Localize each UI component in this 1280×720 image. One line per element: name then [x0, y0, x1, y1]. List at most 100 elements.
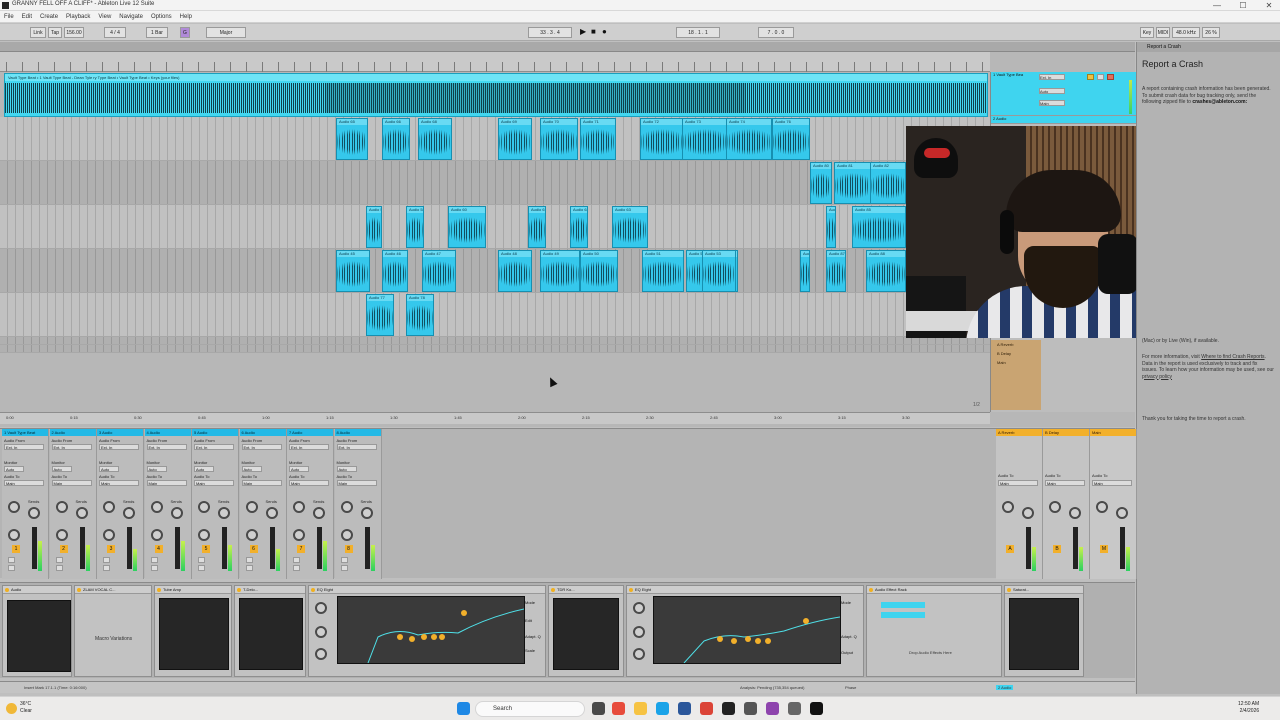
send-b-knob[interactable] [1022, 507, 1034, 519]
arrangement-overview[interactable] [0, 42, 1135, 52]
record-icon[interactable]: ● [602, 27, 607, 37]
arm-button[interactable] [293, 565, 300, 571]
menu-navigate[interactable]: Navigate [115, 11, 147, 23]
audio-clip[interactable]: Audio 53 [702, 250, 736, 292]
arrangement-position[interactable]: 33 . 3 . 4 [528, 27, 572, 38]
ableton-live-icon[interactable] [810, 702, 823, 715]
audio-from-select[interactable]: Ext. In [99, 444, 139, 450]
track-number-badge[interactable]: A [1006, 545, 1014, 553]
return-a-header[interactable]: A Reverb [991, 340, 1041, 349]
pan-knob[interactable] [55, 529, 68, 541]
audio-clip[interactable]: Audio 51 [642, 250, 684, 292]
audio-clip[interactable]: Audio 72 [640, 118, 684, 160]
track-number-badge[interactable]: 4 [154, 545, 163, 553]
send-a-knob[interactable] [293, 501, 305, 513]
monitor-select[interactable]: Auto [1039, 88, 1065, 94]
track-number-badge[interactable]: 2 [59, 545, 68, 553]
audio-from-select[interactable]: Ext. In [241, 444, 282, 450]
device-power-icon[interactable] [311, 588, 315, 592]
audio-clip[interactable]: Audio 86 [800, 250, 810, 292]
rack-chain-2[interactable] [881, 612, 925, 618]
solo-button[interactable] [245, 557, 253, 563]
audio-clip[interactable]: Audio 65 [336, 118, 368, 160]
track-number-badge[interactable]: 6 [249, 545, 258, 553]
audio-to-select[interactable]: Main [289, 480, 329, 486]
solo-button[interactable] [103, 557, 110, 563]
solo-button[interactable] [8, 557, 15, 563]
send-b-knob[interactable] [75, 507, 88, 519]
audio-clip[interactable]: Audio 58 [406, 206, 424, 248]
send-a-knob[interactable] [1002, 501, 1014, 513]
file-explorer-icon[interactable] [634, 702, 647, 715]
input-select[interactable]: Ext. In [1039, 74, 1065, 80]
volume-fader[interactable] [32, 527, 37, 569]
pan-knob[interactable] [293, 529, 305, 541]
track-number-badge[interactable]: B [1053, 545, 1061, 553]
tempo-field[interactable]: 156.00 [64, 27, 84, 38]
audio-from-select[interactable]: Ext. In [51, 444, 92, 450]
audio-clip[interactable]: Audio 71 [580, 118, 616, 160]
audio-clip[interactable]: Audio 63 [612, 206, 648, 248]
monitor-auto-select[interactable]: Auto [336, 466, 357, 472]
mixer-track-name[interactable]: 5 Audio [192, 429, 238, 436]
rack-chain-1[interactable] [881, 602, 925, 608]
audio-clip[interactable]: Audio 47 [422, 250, 456, 292]
menu-help[interactable]: Help [176, 11, 196, 23]
quantize-select[interactable]: 1 Bar [146, 27, 168, 38]
menu-create[interactable]: Create [36, 11, 62, 23]
return-track-name[interactable]: B Delay [1043, 429, 1089, 436]
track-lane[interactable] [0, 117, 990, 161]
device-t-delo[interactable]: T-Delo... [234, 585, 306, 677]
track-lane[interactable] [0, 345, 990, 353]
pan-knob[interactable] [340, 529, 353, 541]
return-channel-strip[interactable]: A Reverb Audio To Main A [996, 429, 1043, 579]
mixer-channel-strip[interactable]: 4 Audio Audio From Ext. In Monitor Auto Audio… [144, 429, 192, 579]
device-saturator[interactable]: Saturat... [1004, 585, 1084, 677]
system-clock[interactable]: 12:50 AM 2/4/2026 [1238, 701, 1259, 715]
taskbar-search[interactable]: Search [475, 701, 585, 717]
menu-file[interactable]: File [0, 11, 18, 23]
send-b-knob[interactable] [1069, 507, 1081, 519]
audio-to-select[interactable]: Main [99, 480, 139, 486]
arm-button[interactable] [103, 565, 110, 571]
mixer-track-name[interactable]: 4 Audio [144, 429, 191, 436]
mixer-channel-strip[interactable]: 1 Vault Type Beat Audio From Ext. In Monito… [2, 429, 49, 579]
monitor-auto-select[interactable]: Auto [194, 466, 214, 472]
audio-from-select[interactable]: Ext. In [146, 444, 187, 450]
device-audio-effect-rack[interactable]: Audio Effect Rack Drop Audio Effects Her… [866, 585, 1002, 677]
audio-clip[interactable]: Audio 85 [852, 206, 906, 248]
audio-clip[interactable]: Audio 69 [498, 118, 532, 160]
monitor-auto-select[interactable]: Auto [4, 466, 24, 472]
volume-fader[interactable] [1120, 527, 1125, 569]
where-to-find-link[interactable]: Where to find Crash Reports [1201, 354, 1264, 360]
send-a-knob[interactable] [55, 501, 68, 513]
freq-knob[interactable] [315, 602, 327, 614]
send-b-knob[interactable] [123, 507, 135, 519]
audio-clip[interactable]: Audio 84 [826, 206, 836, 248]
return-b-header[interactable]: B Delay [991, 349, 1041, 358]
audio-to-select[interactable]: Main [1092, 480, 1132, 486]
output-select[interactable]: Main [1039, 100, 1065, 106]
audio-clip[interactable]: Audio 82 [870, 162, 906, 204]
audio-clip[interactable]: Audio 78 [406, 294, 434, 336]
loop-start-field[interactable]: 18 . 1 . 1 [676, 27, 720, 38]
audio-from-select[interactable]: Ext. In [194, 444, 234, 450]
audio-clip[interactable]: Audio 77 [366, 294, 394, 336]
audio-clip[interactable]: Audio 60 [448, 206, 486, 248]
device-eq-eight-2[interactable]: EQ Eight Mode Adapt. Q Output [626, 585, 864, 677]
device-power-icon[interactable] [237, 588, 241, 592]
send-a-knob[interactable] [150, 501, 163, 513]
audio-clip[interactable]: Audio 81 [834, 162, 872, 204]
device-power-icon[interactable] [77, 588, 81, 592]
mixer-channel-strip[interactable]: 6 Audio Audio From Ext. In Monitor Auto Audio… [239, 429, 287, 579]
arm-button[interactable] [150, 565, 158, 571]
audio-clip[interactable]: Audio 48 [498, 250, 532, 292]
send-a-knob[interactable] [1096, 501, 1108, 513]
volume-fader[interactable] [79, 527, 85, 569]
play-icon[interactable]: ▶ [580, 27, 586, 37]
mixer-track-name[interactable]: 6 Audio [239, 429, 286, 436]
monitor-auto-select[interactable]: Auto [241, 466, 262, 472]
edge-icon[interactable] [656, 702, 669, 715]
pan-knob[interactable] [198, 529, 210, 541]
device-eq-eight-1[interactable]: EQ Eight Mode Edit Adapt. Q Scale [308, 585, 546, 677]
